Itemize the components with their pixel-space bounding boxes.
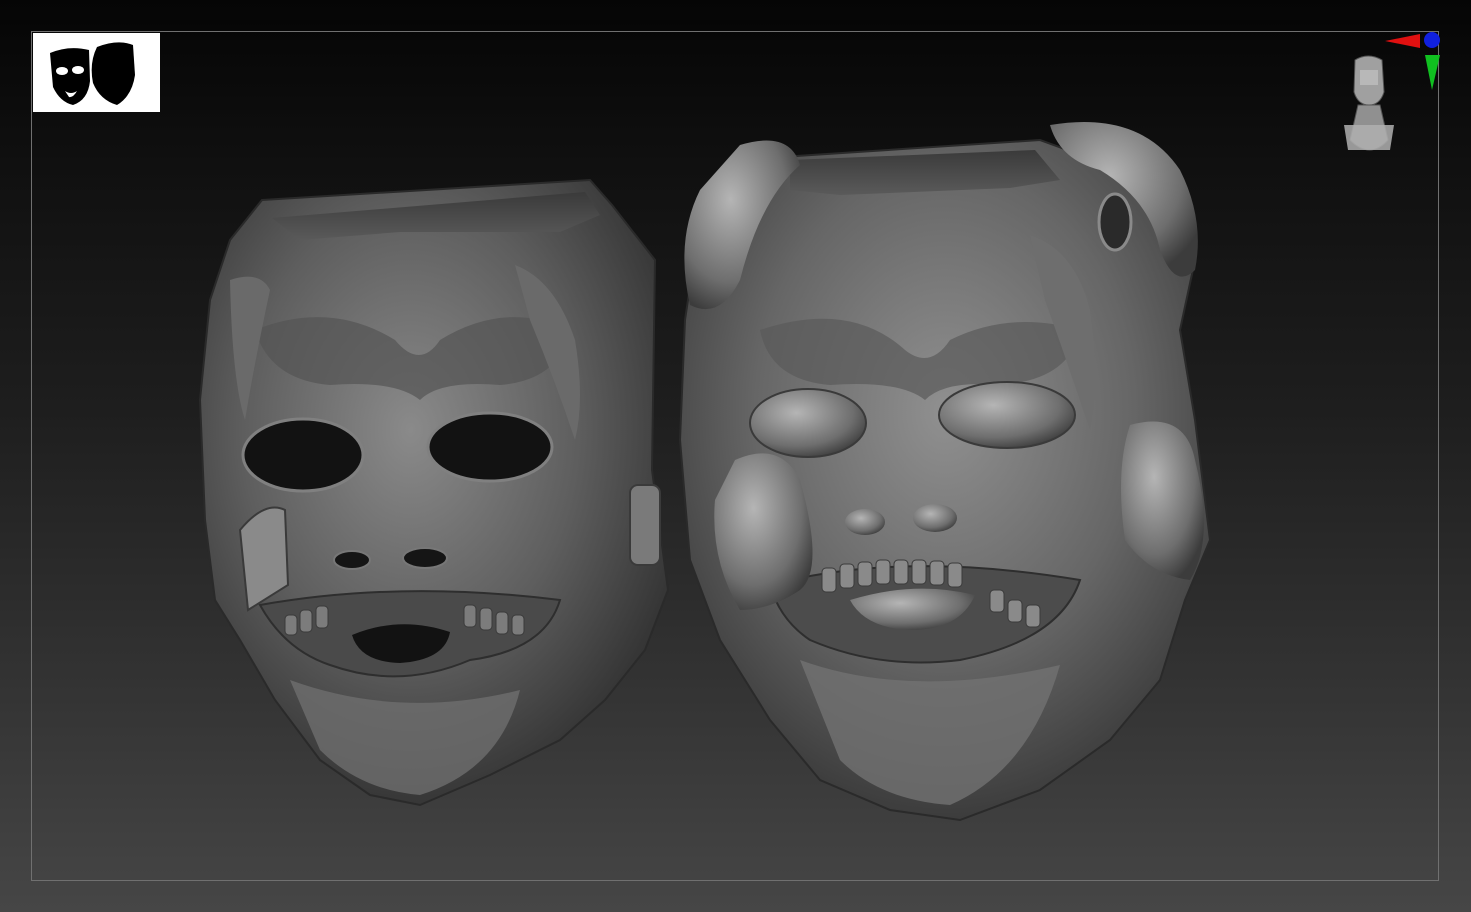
mask-right-eye-left — [749, 388, 867, 458]
mask-right-ear-hole — [1097, 192, 1133, 252]
head-model-icon — [1344, 55, 1394, 151]
model-thumbnail[interactable] — [33, 33, 160, 112]
mask-left-strap-right — [629, 484, 661, 566]
mask-right[interactable] — [678, 122, 1212, 822]
theatre-masks-icon — [50, 42, 135, 105]
3d-canvas[interactable] — [0, 0, 1471, 912]
mask-right-nose-right — [913, 504, 957, 532]
mask-left-nostril-right — [402, 547, 448, 569]
z-axis-dot[interactable] — [1424, 32, 1440, 48]
mask-left-eye-left — [241, 417, 365, 493]
x-axis-arrow[interactable] — [1385, 34, 1420, 48]
mask-right-eye-right — [938, 381, 1076, 449]
mask-right-nose-left — [845, 509, 885, 535]
head-orientation-icon[interactable] — [1330, 30, 1445, 165]
mask-left-nostril-left — [333, 550, 371, 570]
mask-left[interactable] — [198, 178, 670, 807]
mask-right-cheek-left — [714, 453, 813, 610]
y-axis-arrow[interactable] — [1425, 55, 1440, 90]
mask-left-eye-right — [426, 411, 554, 483]
